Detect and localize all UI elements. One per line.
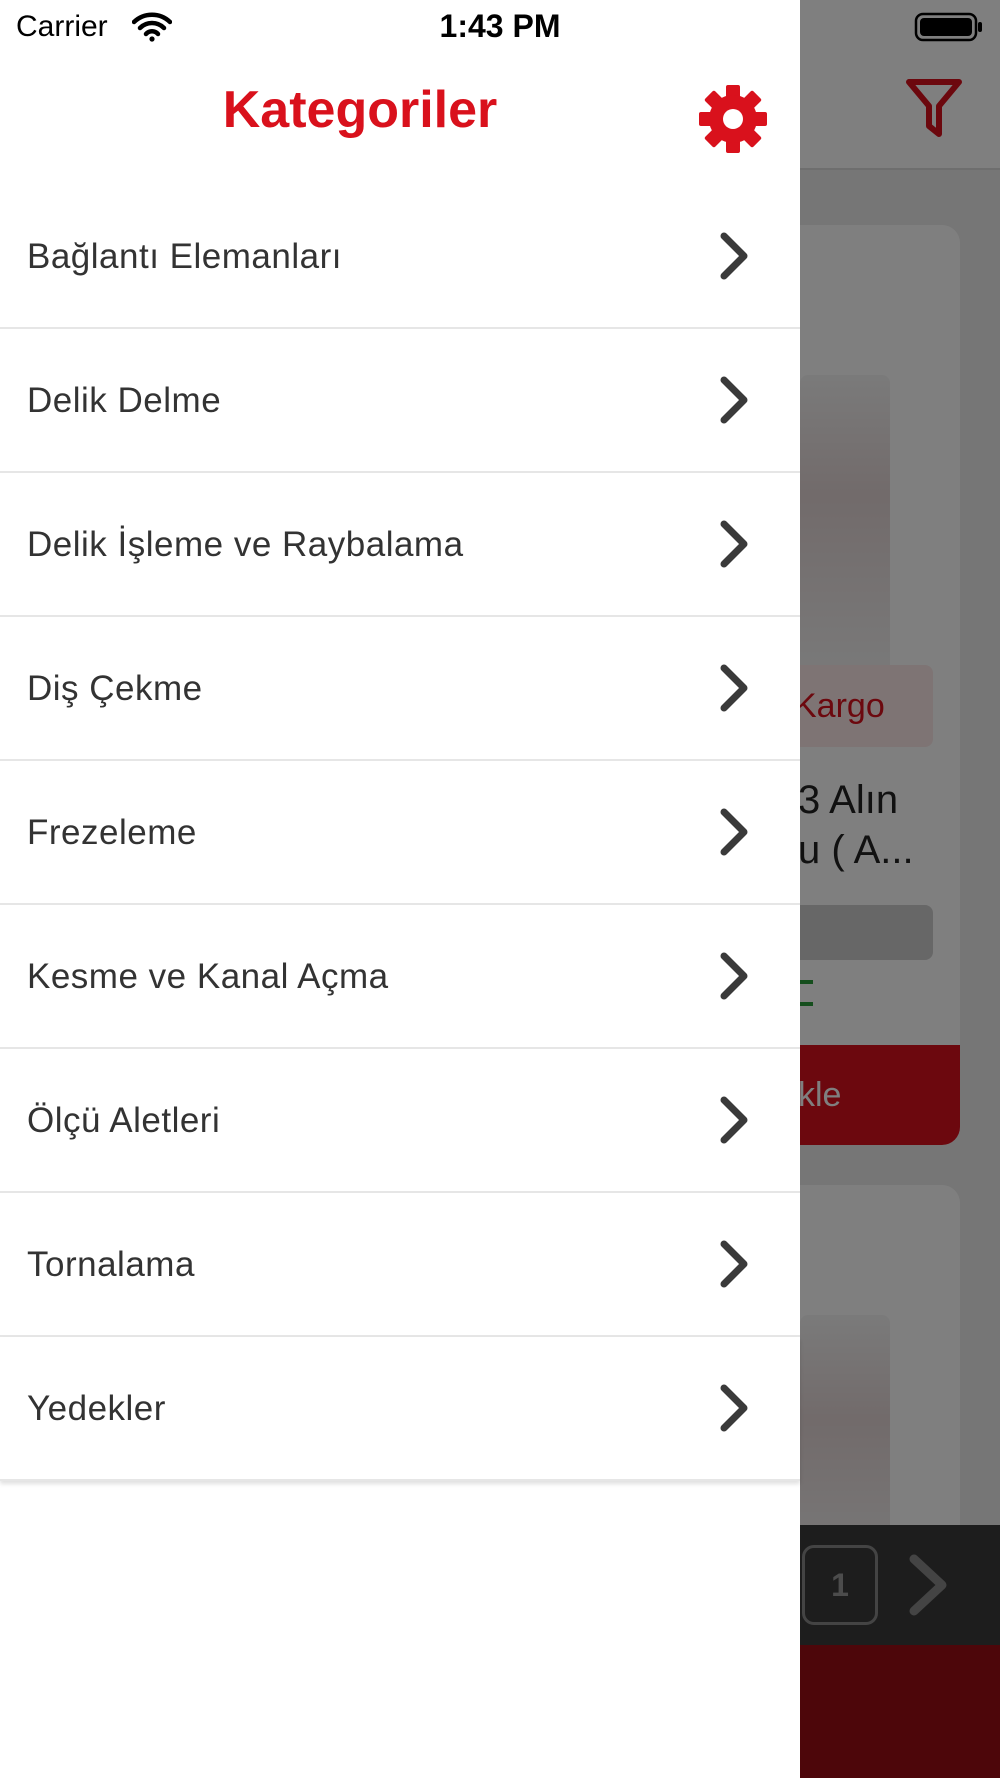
category-item[interactable]: Ölçü Aletleri [0,1049,800,1193]
chevron-right-icon [720,520,748,568]
chevron-right-icon [720,1384,748,1432]
categories-drawer: Kategoriler Bağlantı Elemanları Delik De… [0,0,800,1778]
category-label: Bağlantı Elemanları [27,237,342,276]
chevron-right-icon [720,952,748,1000]
category-item[interactable]: Yedekler [0,1337,800,1481]
settings-button[interactable] [698,84,768,154]
category-item[interactable]: Tornalama [0,1193,800,1337]
category-item[interactable]: Frezeleme [0,761,800,905]
chevron-right-icon [720,376,748,424]
chevron-right-icon [720,232,748,280]
chevron-right-icon [720,664,748,712]
category-label: Diş Çekme [27,669,203,708]
category-item[interactable]: Kesme ve Kanal Açma [0,905,800,1049]
drawer-title: Kategoriler [222,81,498,139]
chevron-right-icon [720,1240,748,1288]
category-item[interactable]: Delik Delme [0,329,800,473]
category-item[interactable]: Bağlantı Elemanları [0,185,800,329]
chevron-right-icon [720,808,748,856]
clock: 1:43 PM [439,8,561,44]
status-bar: Carrier 1:43 PM [0,0,1000,56]
category-label: Delik Delme [27,381,222,420]
category-label: Frezeleme [27,813,197,852]
category-item[interactable]: Diş Çekme [0,617,800,761]
category-label: Delik İşleme ve Raybalama [27,525,464,564]
category-label: Kesme ve Kanal Açma [27,957,389,996]
category-list: Bağlantı Elemanları Delik Delme Delik İş… [0,185,800,1481]
battery-icon [914,12,982,42]
category-label: Tornalama [27,1245,195,1284]
category-label: Ölçü Aletleri [27,1101,221,1140]
gear-icon [699,85,767,153]
category-label: Yedekler [27,1389,166,1428]
chevron-right-icon [720,1096,748,1144]
category-item[interactable]: Delik İşleme ve Raybalama [0,473,800,617]
